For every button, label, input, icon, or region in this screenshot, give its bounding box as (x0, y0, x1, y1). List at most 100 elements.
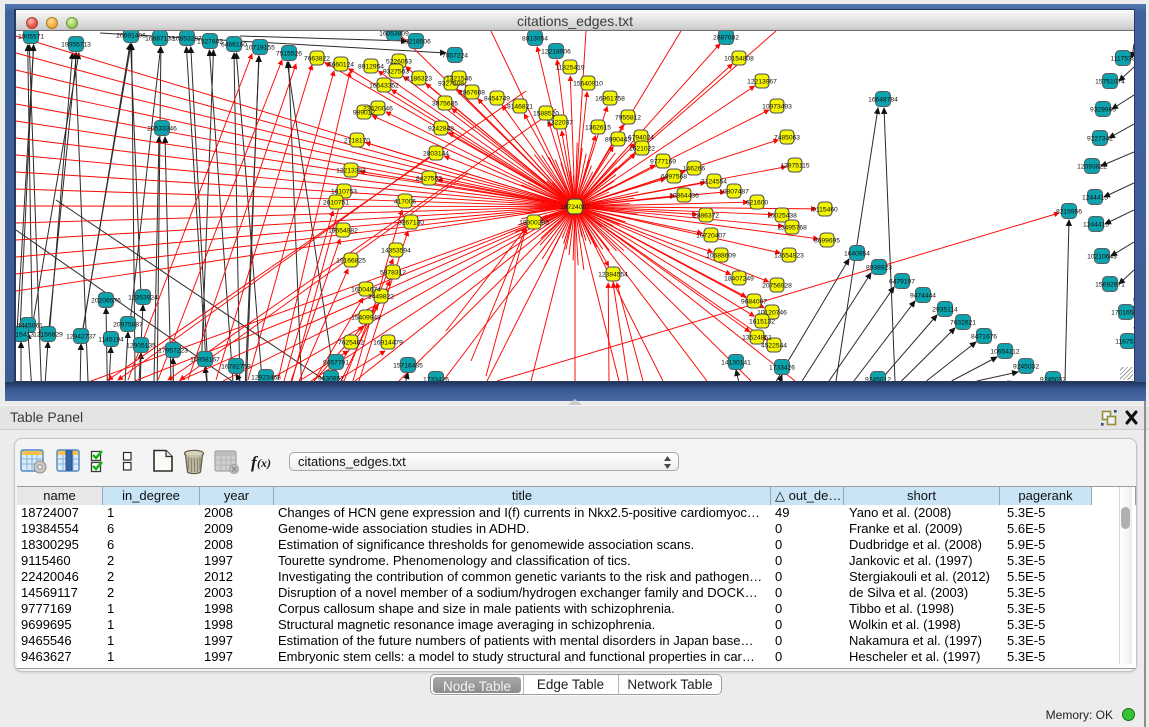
svg-text:8660124: 8660124 (328, 62, 354, 69)
svg-text:1449822: 1449822 (368, 294, 394, 301)
svg-text:17016504: 17016504 (1111, 310, 1134, 317)
svg-text:10120746: 10120746 (757, 310, 787, 317)
svg-text:18724007: 18724007 (560, 204, 590, 211)
svg-text:9657791: 9657791 (323, 360, 349, 367)
svg-text:9115460: 9115460 (812, 207, 838, 214)
svg-text:16782759: 16782759 (221, 364, 251, 371)
svg-text:1145194: 1145194 (98, 337, 124, 344)
svg-text:12213383: 12213383 (336, 168, 366, 175)
svg-text:12353924: 12353924 (128, 295, 158, 302)
svg-text:10688609: 10688609 (706, 253, 736, 260)
svg-text:10210643: 10210643 (1087, 254, 1117, 261)
svg-text:6479197: 6479197 (889, 279, 915, 286)
svg-text:989012: 989012 (353, 110, 376, 117)
svg-text:9227342: 9227342 (1087, 136, 1113, 143)
svg-text:417006: 417006 (394, 199, 417, 206)
svg-text:17957223: 17957223 (158, 348, 188, 355)
svg-text:1117533: 1117533 (1110, 56, 1134, 63)
svg-text:19218506: 19218506 (401, 39, 431, 46)
svg-text:20206576: 20206576 (91, 298, 121, 305)
svg-text:8938923: 8938923 (866, 265, 892, 272)
svg-text:12384554: 12384554 (598, 272, 628, 279)
svg-text:8322037: 8322037 (547, 120, 573, 127)
svg-text:13975115: 13975115 (780, 163, 810, 170)
svg-text:5878312: 5878312 (380, 270, 406, 277)
svg-text:1640954: 1640954 (844, 251, 870, 258)
svg-text:1733426: 1733426 (769, 365, 795, 372)
svg-text:8471676: 8471676 (971, 334, 997, 341)
svg-text:9777169: 9777169 (650, 159, 676, 166)
svg-text:9146821: 9146821 (507, 104, 533, 111)
svg-text:9684007: 9684007 (741, 299, 767, 306)
svg-text:20364436: 20364436 (669, 193, 699, 200)
svg-text:9245032: 9245032 (1040, 377, 1066, 382)
svg-text:12213967: 12213967 (747, 79, 777, 86)
svg-text:146266: 146266 (683, 166, 706, 173)
svg-text:8699695: 8699695 (814, 238, 840, 245)
svg-text:2718170: 2718170 (344, 138, 370, 145)
svg-text:10719155: 10719155 (245, 45, 275, 52)
svg-text:8454749: 8454749 (484, 96, 510, 103)
svg-text:3915413: 3915413 (16, 332, 34, 339)
svg-text:12923468: 12923468 (251, 375, 281, 382)
svg-text:2610751: 2610751 (323, 200, 349, 207)
svg-text:1321546: 1321546 (446, 76, 472, 83)
svg-text:9630852: 9630852 (318, 376, 344, 382)
svg-text:16648784: 16648784 (868, 97, 898, 104)
svg-text:2867608: 2867608 (459, 90, 485, 97)
svg-text:1905571: 1905571 (18, 34, 44, 41)
svg-text:10958167: 10958167 (190, 357, 220, 364)
svg-text:2803144: 2803144 (423, 151, 449, 158)
svg-text:19654982: 19654982 (328, 228, 358, 235)
svg-text:15640910: 15640910 (573, 81, 603, 88)
svg-text:1244415: 1244415 (1083, 222, 1109, 229)
svg-text:9245012: 9245012 (865, 377, 891, 382)
svg-text:16543352: 16543352 (369, 83, 399, 90)
svg-text:13495768: 13495768 (777, 225, 807, 232)
svg-text:1167534: 1167534 (1115, 339, 1134, 346)
svg-text:15716485: 15716485 (393, 363, 423, 370)
svg-text:14353594: 14353594 (381, 248, 411, 255)
svg-text:20975887: 20975887 (113, 322, 143, 329)
svg-text:19055713: 19055713 (61, 42, 91, 49)
svg-text:1527602: 1527602 (197, 39, 223, 46)
svg-text:10025438: 10025438 (767, 213, 797, 220)
svg-text:20756928: 20756928 (762, 283, 792, 290)
svg-text:16914479: 16914479 (373, 340, 403, 347)
svg-text:2886372: 2886372 (693, 213, 719, 220)
svg-text:8427552: 8427552 (416, 176, 442, 183)
svg-text:15751074: 15751074 (1095, 79, 1125, 86)
svg-text:6794024: 6794024 (628, 135, 654, 142)
svg-text:1588520: 1588520 (533, 111, 559, 118)
svg-text:621600: 621600 (746, 200, 769, 207)
svg-text:12218506: 12218506 (541, 49, 571, 56)
svg-text:18407249: 18407249 (724, 276, 754, 283)
svg-text:14445061: 14445061 (16, 323, 43, 330)
svg-text:10654112: 10654112 (990, 349, 1020, 356)
svg-text:12905135: 12905135 (126, 343, 156, 350)
svg-text:3267130: 3267130 (398, 220, 424, 227)
svg-text:8215956: 8215956 (1056, 209, 1082, 216)
svg-text:5226053: 5226053 (386, 59, 412, 66)
svg-text:8186323: 8186323 (406, 76, 432, 83)
svg-text:12093822: 12093822 (1077, 164, 1107, 171)
svg-text:8912954: 8912954 (358, 64, 384, 71)
svg-text:15692971: 15692971 (1095, 282, 1125, 289)
svg-text:13524851: 13524851 (742, 335, 772, 342)
svg-text:16053809: 16053809 (379, 31, 409, 38)
svg-text:9329966: 9329966 (1090, 107, 1116, 114)
svg-text:7632621: 7632621 (950, 320, 976, 327)
svg-text:(x): (x) (257, 456, 271, 470)
svg-text:9242848: 9242848 (428, 126, 454, 133)
svg-text:10154808: 10154808 (724, 56, 754, 63)
svg-text:3124554: 3124554 (701, 179, 727, 186)
svg-text:12156829: 12156829 (33, 332, 63, 339)
svg-text:20533346: 20533346 (147, 126, 177, 133)
svg-text:7955812: 7955812 (615, 115, 641, 122)
svg-text:9245032: 9245032 (1013, 364, 1039, 371)
svg-text:7663822: 7663822 (304, 56, 330, 63)
svg-text:16687133: 16687133 (145, 36, 175, 43)
svg-text:14130141: 14130141 (721, 360, 751, 367)
svg-text:7515526: 7515526 (276, 51, 302, 58)
svg-text:18300295: 18300295 (519, 220, 549, 227)
